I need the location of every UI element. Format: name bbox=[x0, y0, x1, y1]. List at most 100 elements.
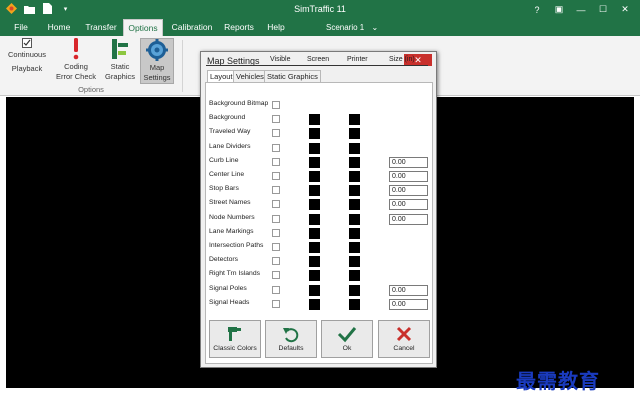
ribbon-separator bbox=[182, 40, 183, 92]
screen-color-swatch[interactable] bbox=[309, 270, 320, 281]
printer-color-swatch[interactable] bbox=[349, 242, 360, 253]
visible-checkbox[interactable] bbox=[272, 257, 280, 265]
column-screen: Screen bbox=[307, 56, 330, 63]
size-input[interactable]: 0.00 bbox=[389, 157, 428, 168]
printer-color-swatch[interactable] bbox=[349, 228, 360, 239]
printer-color-swatch[interactable] bbox=[349, 285, 360, 296]
screen-color-swatch[interactable] bbox=[309, 114, 320, 125]
tab-home[interactable]: Home bbox=[44, 19, 74, 36]
tab-static-graphics[interactable]: Static Graphics bbox=[264, 70, 321, 82]
visible-checkbox[interactable] bbox=[272, 186, 280, 194]
continuous-playback-button[interactable]: Continuous Playback bbox=[4, 38, 50, 74]
printer-color-swatch[interactable] bbox=[349, 270, 360, 281]
paint-brush-icon bbox=[228, 327, 241, 341]
continuous-playback-line1: Continuous bbox=[8, 50, 46, 59]
screen-color-swatch[interactable] bbox=[309, 299, 320, 310]
visible-checkbox[interactable] bbox=[272, 144, 280, 152]
screen-color-swatch[interactable] bbox=[309, 185, 320, 196]
visible-checkbox[interactable] bbox=[272, 158, 280, 166]
defaults-button[interactable]: Defaults bbox=[265, 320, 317, 358]
visible-checkbox[interactable] bbox=[272, 129, 280, 137]
screen-color-swatch[interactable] bbox=[309, 256, 320, 267]
printer-color-swatch[interactable] bbox=[349, 199, 360, 210]
visible-checkbox[interactable] bbox=[272, 229, 280, 237]
size-input[interactable]: 0.00 bbox=[389, 214, 428, 225]
tab-calibration[interactable]: Calibration bbox=[170, 19, 214, 36]
printer-color-swatch[interactable] bbox=[349, 214, 360, 225]
visible-checkbox[interactable] bbox=[272, 243, 280, 251]
row-label: Right Trn Islands bbox=[209, 270, 260, 277]
visible-checkbox[interactable] bbox=[272, 271, 280, 279]
row-label: Background bbox=[209, 114, 246, 121]
size-input[interactable]: 0.00 bbox=[389, 285, 428, 296]
screen-color-swatch[interactable] bbox=[309, 157, 320, 168]
maximize-button[interactable]: ☐ bbox=[592, 0, 614, 19]
defaults-label: Defaults bbox=[278, 345, 304, 352]
screen-color-swatch[interactable] bbox=[309, 285, 320, 296]
tab-vehicles[interactable]: Vehicles bbox=[233, 70, 267, 82]
close-button[interactable]: ✕ bbox=[614, 0, 636, 19]
cancel-button[interactable]: Cancel bbox=[378, 320, 430, 358]
tab-transfer[interactable]: Transfer bbox=[82, 19, 120, 36]
printer-color-swatch[interactable] bbox=[349, 114, 360, 125]
size-input[interactable]: 0.00 bbox=[389, 199, 428, 210]
checkbox-icon bbox=[22, 38, 32, 48]
tab-reports[interactable]: Reports bbox=[222, 19, 256, 36]
printer-color-swatch[interactable] bbox=[349, 256, 360, 267]
column-size: Size (in) bbox=[389, 56, 415, 63]
row-label: Center Line bbox=[209, 171, 245, 178]
size-input[interactable]: 0.00 bbox=[389, 171, 428, 182]
cancel-label: Cancel bbox=[393, 345, 415, 352]
tab-options[interactable]: Options bbox=[123, 19, 163, 36]
ok-button[interactable]: Ok bbox=[321, 320, 373, 358]
coding-error-check-button[interactable]: Coding Error Check bbox=[54, 38, 98, 82]
visible-checkbox[interactable] bbox=[272, 115, 280, 123]
classic-colors-button[interactable]: Classic Colors bbox=[209, 320, 261, 358]
row-label: Curb Line bbox=[209, 157, 239, 164]
map-settings-button[interactable]: Map Settings bbox=[140, 38, 174, 84]
scenario-dropdown[interactable]: Scenario 1 ⌄ bbox=[326, 19, 378, 36]
visible-checkbox[interactable] bbox=[272, 200, 280, 208]
screen-color-swatch[interactable] bbox=[309, 171, 320, 182]
cancel-x-icon bbox=[396, 326, 412, 342]
help-icon[interactable]: ? bbox=[526, 0, 548, 19]
size-input[interactable]: 0.00 bbox=[389, 299, 428, 310]
size-input[interactable]: 0.00 bbox=[389, 185, 428, 196]
map-settings-line1: Map bbox=[149, 63, 165, 72]
visible-checkbox[interactable] bbox=[272, 286, 280, 294]
continuous-playback-line2: Playback bbox=[11, 64, 43, 73]
screen-color-swatch[interactable] bbox=[309, 143, 320, 154]
ribbon-tabs: File Home Transfer Options Calibration R… bbox=[0, 19, 640, 36]
ribbon-display-icon[interactable]: ▣ bbox=[548, 0, 570, 19]
row-label: Signal Heads bbox=[209, 299, 250, 306]
tab-help[interactable]: Help bbox=[264, 19, 288, 36]
row-label: Background Bitmap bbox=[209, 100, 269, 107]
screen-color-swatch[interactable] bbox=[309, 214, 320, 225]
visible-checkbox[interactable] bbox=[272, 215, 280, 223]
scenario-label: Scenario 1 bbox=[326, 23, 365, 32]
title-bar: ▾ SimTraffic 11 ? ▣ — ☐ ✕ bbox=[0, 0, 640, 19]
visible-checkbox[interactable] bbox=[272, 101, 280, 109]
header-divider bbox=[206, 65, 428, 66]
tab-file[interactable]: File bbox=[9, 19, 33, 36]
printer-color-swatch[interactable] bbox=[349, 128, 360, 139]
printer-color-swatch[interactable] bbox=[349, 185, 360, 196]
printer-color-swatch[interactable] bbox=[349, 157, 360, 168]
printer-color-swatch[interactable] bbox=[349, 299, 360, 310]
static-graphics-button[interactable]: Static Graphics bbox=[102, 38, 138, 82]
row-label: Node Numbers bbox=[209, 214, 255, 221]
screen-color-swatch[interactable] bbox=[309, 128, 320, 139]
screen-color-swatch[interactable] bbox=[309, 242, 320, 253]
printer-color-swatch[interactable] bbox=[349, 171, 360, 182]
minimize-button[interactable]: — bbox=[570, 0, 592, 19]
printer-color-swatch[interactable] bbox=[349, 143, 360, 154]
visible-checkbox[interactable] bbox=[272, 300, 280, 308]
classic-colors-label: Classic Colors bbox=[213, 345, 257, 352]
screen-color-swatch[interactable] bbox=[309, 199, 320, 210]
row-label: Detectors bbox=[209, 256, 239, 263]
screen-color-swatch[interactable] bbox=[309, 228, 320, 239]
visible-checkbox[interactable] bbox=[272, 172, 280, 180]
column-printer: Printer bbox=[347, 56, 368, 63]
undo-icon bbox=[283, 328, 299, 343]
row-label: Signal Poles bbox=[209, 285, 247, 292]
